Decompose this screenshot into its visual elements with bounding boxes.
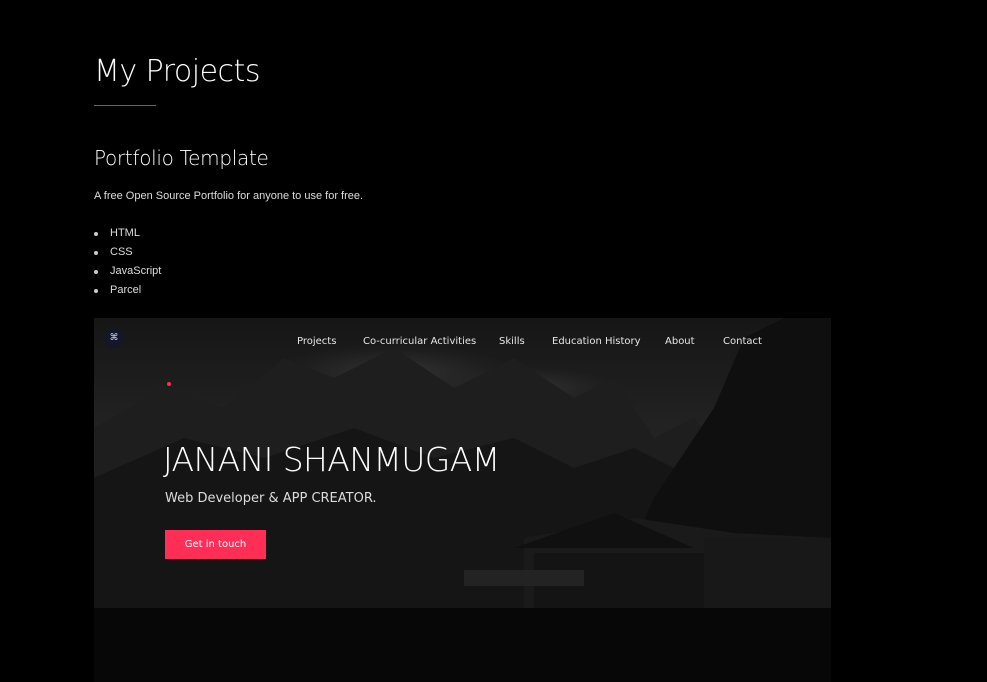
hero-name: JANANI SHANMUGAM [163,440,500,479]
nav-item-skills[interactable]: Skills [499,336,525,347]
hero-subtitle: Web Developer & APP CREATOR. [165,491,377,506]
technology-item: Parcel [94,281,161,300]
section-heading: My Projects [94,54,260,89]
project-title: Portfolio Template [94,146,269,170]
technology-item: CSS [94,243,161,262]
nav-item-about[interactable]: About [665,336,695,347]
project-preview-screenshot: ⌘ Projects Co-curricular Activities Skil… [94,318,831,682]
projects-page: My Projects Portfolio Template A free Op… [0,0,987,682]
nav-item-contact[interactable]: Contact [723,336,762,347]
get-in-touch-button[interactable]: Get in touch [165,530,266,559]
nav-item-projects[interactable]: Projects [297,336,336,347]
heading-underline [94,105,156,106]
nav-item-co-curricular-activities[interactable]: Co-curricular Activities [363,336,476,347]
technology-item: HTML [94,224,161,243]
technology-item: JavaScript [94,262,161,281]
nav-item-education-history[interactable]: Education History [552,336,641,347]
preview-navbar: Projects Co-curricular Activities Skills… [94,336,831,350]
red-dot-marker [167,382,171,386]
technology-list: HTML CSS JavaScript Parcel [94,224,161,300]
project-description: A free Open Source Portfolio for anyone … [94,190,364,202]
